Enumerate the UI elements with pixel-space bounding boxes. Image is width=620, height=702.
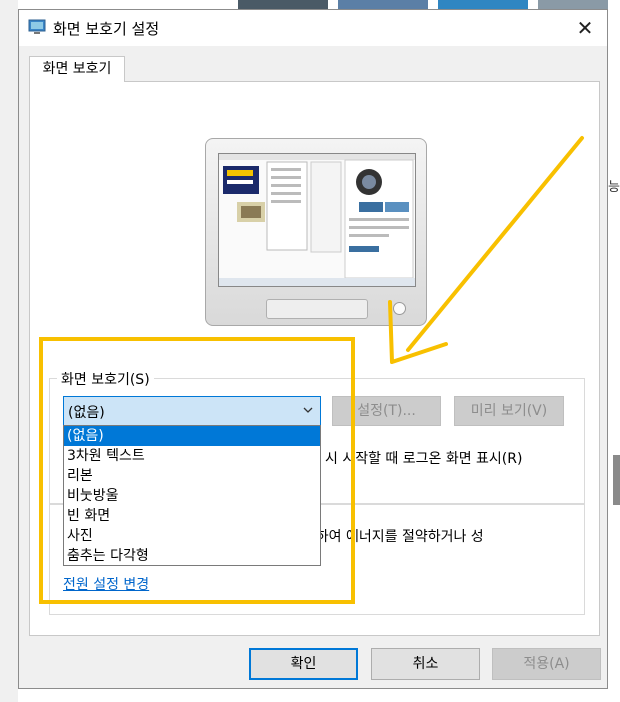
cancel-button[interactable]: 취소 (371, 648, 480, 680)
window-title: 화면 보호기 설정 (53, 20, 160, 38)
close-button[interactable]: ✕ (573, 16, 597, 40)
background-thumbnail (238, 0, 328, 9)
background-left (0, 0, 18, 702)
monitor-icon (28, 19, 46, 34)
background-scrollbar[interactable] (613, 455, 620, 505)
ok-button[interactable]: 확인 (249, 648, 358, 680)
preview-button[interactable]: 미리 보기(V) (454, 396, 564, 426)
background-right (608, 0, 620, 702)
title-bar[interactable]: 화면 보호기 설정 ✕ (19, 10, 607, 46)
background-thumbnail (438, 0, 528, 9)
apply-button[interactable]: 적용(A) (492, 648, 601, 680)
annotation-highlight-box (39, 337, 355, 604)
tab-screensaver[interactable]: 화면 보호기 (29, 56, 125, 82)
background-thumbnail (338, 0, 428, 9)
background-side-text: 능 (608, 180, 620, 195)
background-thumbnail (538, 0, 608, 9)
monitor-stand (266, 299, 368, 319)
annotation-arrow-icon (388, 136, 584, 364)
